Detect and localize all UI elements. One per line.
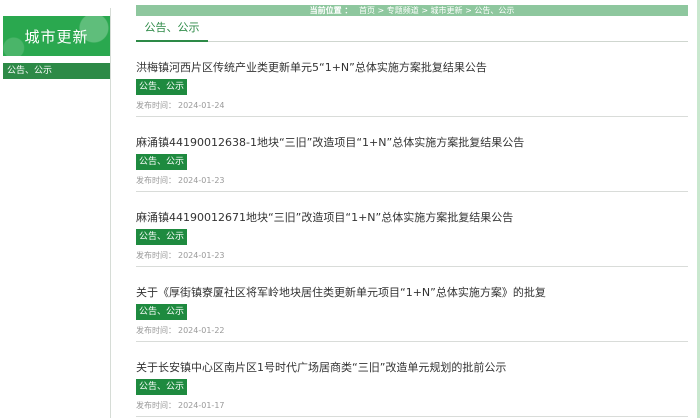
article-title-link[interactable]: 麻涌镇44190012671地块“三旧”改造项目“1+N”总体实施方案批复结果公…	[136, 209, 513, 225]
sidebar: 城市更新 公告、公示	[3, 8, 111, 418]
publish-date: 发布时间： 2024-01-17	[136, 400, 225, 411]
publish-date: 发布时间： 2024-01-24	[136, 100, 225, 111]
date-value: 2024-01-23	[178, 251, 225, 260]
category-badge[interactable]: 公告、公示	[136, 79, 188, 95]
category-badge[interactable]: 公告、公示	[136, 154, 188, 170]
list-item: 麻涌镇44190012638-1地块“三旧”改造项目“1+N”总体实施方案批复结…	[136, 117, 688, 192]
article-title-link[interactable]: 关于长安镇中心区南片区1号时代广场居商类“三旧”改造单元规划的批前公示	[136, 359, 506, 375]
article-title-link[interactable]: 关于《厚街镇寮厦社区将军岭地块居住类更新单元项目“1+N”总体实施方案》的批复	[136, 284, 546, 300]
article-title-link[interactable]: 麻涌镇44190012638-1地块“三旧”改造项目“1+N”总体实施方案批复结…	[136, 134, 524, 150]
article-title-link[interactable]: 洪梅镇河西片区传统产业类更新单元5“1+N”总体实施方案批复结果公告	[136, 59, 487, 75]
category-badge[interactable]: 公告、公示	[136, 304, 188, 320]
sidebar-item-announcements[interactable]: 公告、公示	[3, 63, 110, 79]
list-item: 麻涌镇44190012671地块“三旧”改造项目“1+N”总体实施方案批复结果公…	[136, 192, 688, 267]
date-value: 2024-01-24	[178, 101, 225, 110]
date-prefix: 发布时间：	[136, 326, 176, 335]
category-badge[interactable]: 公告、公示	[136, 229, 188, 245]
tab-bar: 公告、公示	[136, 16, 688, 42]
breadcrumb: 当前位置 ： 首页 > 专题频道 > 城市更新 > 公告、公示	[136, 5, 688, 16]
article-list: 洪梅镇河西片区传统产业类更新单元5“1+N”总体实施方案批复结果公告 公告、公示…	[136, 42, 688, 417]
date-prefix: 发布时间：	[136, 401, 176, 410]
date-value: 2024-01-23	[178, 176, 225, 185]
breadcrumb-path[interactable]: 首页 > 专题频道 > 城市更新 > 公告、公示	[359, 6, 514, 15]
sidebar-title: 城市更新	[3, 16, 110, 56]
date-value: 2024-01-22	[178, 326, 225, 335]
tab-announcements[interactable]: 公告、公示	[136, 16, 208, 42]
publish-date: 发布时间： 2024-01-23	[136, 175, 225, 186]
list-item: 关于长安镇中心区南片区1号时代广场居商类“三旧”改造单元规划的批前公示 公告、公…	[136, 342, 688, 417]
publish-date: 发布时间： 2024-01-22	[136, 325, 225, 336]
list-item: 关于《厚街镇寮厦社区将军岭地块居住类更新单元项目“1+N”总体实施方案》的批复 …	[136, 267, 688, 342]
date-prefix: 发布时间：	[136, 251, 176, 260]
breadcrumb-label: 当前位置 ：	[309, 6, 353, 15]
main-content: 当前位置 ： 首页 > 专题频道 > 城市更新 > 公告、公示 公告、公示 洪梅…	[136, 5, 688, 417]
date-value: 2024-01-17	[178, 401, 225, 410]
date-prefix: 发布时间：	[136, 101, 176, 110]
publish-date: 发布时间： 2024-01-23	[136, 250, 225, 261]
category-badge[interactable]: 公告、公示	[136, 379, 188, 395]
date-prefix: 发布时间：	[136, 176, 176, 185]
list-item: 洪梅镇河西片区传统产业类更新单元5“1+N”总体实施方案批复结果公告 公告、公示…	[136, 42, 688, 117]
